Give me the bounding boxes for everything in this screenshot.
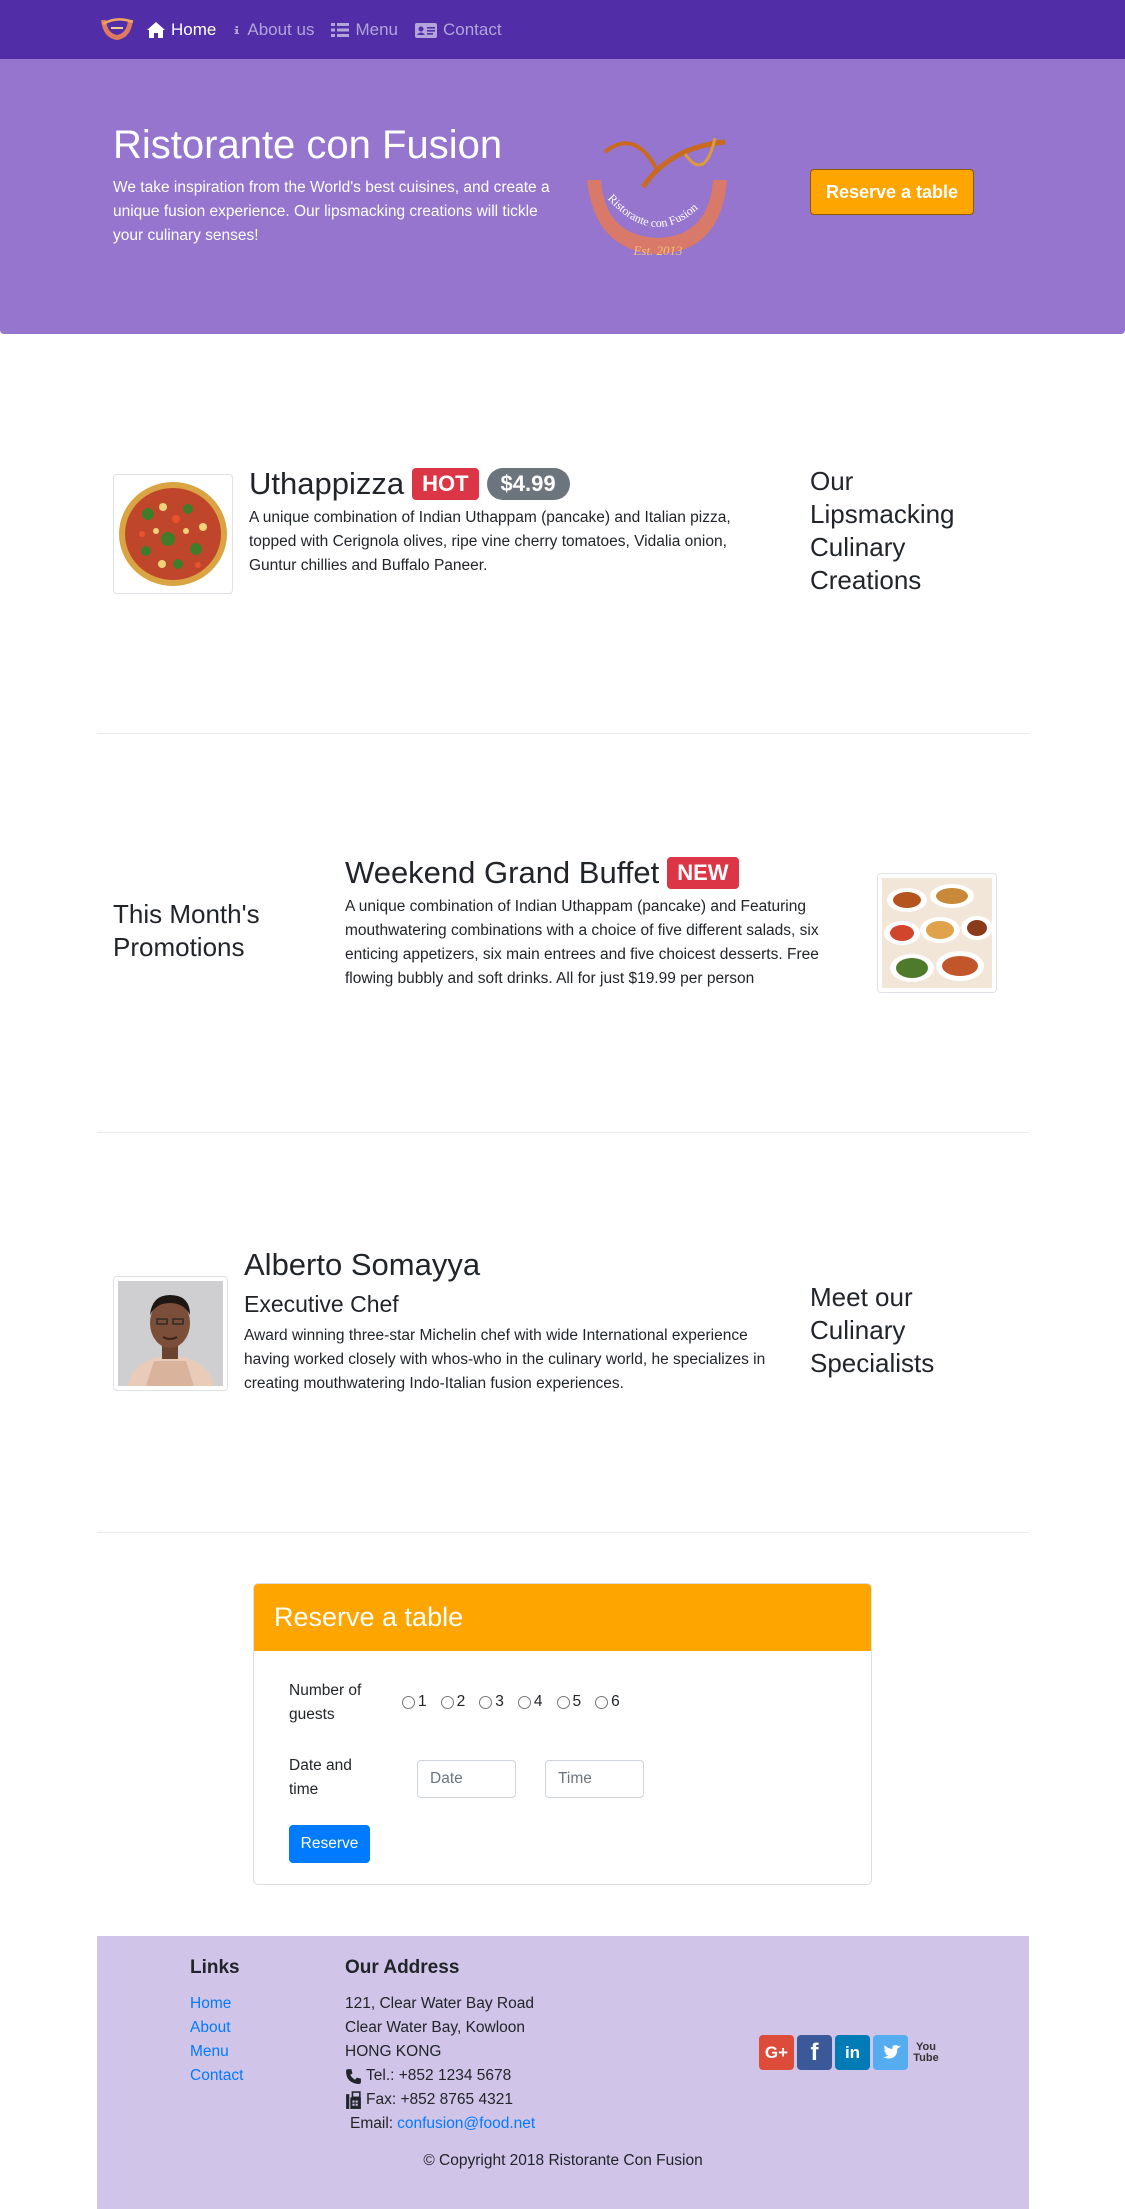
svg-text:Ristorante con Fusion: Ristorante con Fusion (605, 191, 700, 230)
twitter-icon[interactable] (873, 2035, 908, 2070)
date-input[interactable]: Date (417, 1760, 516, 1798)
fax-text: Fax: +852 8765 4321 (366, 2091, 513, 2108)
hot-badge: HOT (412, 468, 479, 500)
fax-icon (346, 2090, 361, 2109)
divider (97, 733, 1029, 734)
dish-description: A unique combination of Indian Uthappam … (249, 509, 731, 574)
phone-icon (346, 2068, 361, 2084)
guests-label: Number of guests (289, 1682, 362, 1723)
footer: Links Home About Menu Contact Our Addres… (97, 1936, 1029, 2209)
footer-link-contact[interactable]: Contact (190, 2064, 243, 2088)
restaurant-logo: Ristorante con Fusion Est. 2013 (587, 137, 727, 257)
leader-description: Award winning three-star Michelin chef w… (244, 1327, 766, 1392)
nav-menu[interactable]: Menu (330, 20, 398, 40)
navbar: Home About us Menu Contact (0, 0, 1125, 59)
guests-radio-group: 1 2 3 4 5 6 (402, 1693, 620, 1711)
reserve-card-title: Reserve a table (274, 1602, 464, 1632)
guest-option-5[interactable]: 5 (556, 1693, 581, 1711)
leader-designation: Executive Chef (244, 1291, 399, 1317)
time-input[interactable]: Time (545, 1760, 644, 1798)
reserve-table-button[interactable]: Reserve a table (810, 169, 974, 215)
datetime-label: Date and time (289, 1757, 352, 1798)
radio-icon (595, 1695, 609, 1709)
radio-icon (517, 1695, 531, 1709)
address-card-icon (415, 22, 437, 38)
phone-text: Tel.: +852 1234 5678 (366, 2067, 512, 2084)
logo-text: Ristorante con Fusion (605, 191, 700, 230)
nav-about[interactable]: About us (232, 20, 314, 40)
jumbotron: Ristorante con Fusion We take inspiratio… (0, 59, 1125, 334)
nav-home-label: Home (171, 19, 217, 39)
nav-menu-label: Menu (355, 19, 398, 39)
site-tagline: We take inspiration from the World's bes… (113, 179, 550, 244)
pizza-image (118, 479, 228, 589)
list-icon (331, 22, 350, 37)
promotion-section-heading: This Month's Promotions (113, 899, 260, 962)
linkedin-icon[interactable]: in (835, 2035, 870, 2070)
radio-icon (556, 1695, 570, 1709)
leader-image (113, 1276, 228, 1391)
promotion-image (877, 873, 997, 993)
promotion-description: A unique combination of Indian Uthappam … (345, 898, 819, 987)
twitter-bird-icon (882, 2044, 901, 2058)
address-line-3: HONG KONG (345, 2043, 442, 2060)
address-line-2: Clear Water Bay, Kowloon (345, 2019, 526, 2036)
divider (97, 1532, 1029, 1533)
nav-contact[interactable]: Contact (414, 20, 502, 40)
buffet-image (882, 878, 992, 988)
footer-address-title: Our Address (345, 1957, 460, 1978)
promotion-title: Weekend Grand Buffet NEW (345, 855, 845, 891)
guest-option-4[interactable]: 4 (517, 1693, 543, 1711)
reserve-submit-button[interactable]: Reserve (289, 1825, 370, 1863)
reserve-card: Reserve a table Number of guests 1 2 3 4… (253, 1583, 872, 1885)
new-badge: NEW (667, 857, 739, 889)
guest-option-1[interactable]: 1 (402, 1693, 427, 1711)
radio-icon (440, 1695, 454, 1709)
leader-body: Alberto Somayya Executive Chef Award win… (244, 1247, 789, 1396)
copyright: © Copyright 2018 Ristorante Con Fusion (423, 2152, 703, 2169)
dish-body: Uthappizza HOT $4.99 A unique combinatio… (249, 466, 759, 578)
footer-link-menu[interactable]: Menu (190, 2040, 243, 2064)
leader-name: Alberto Somayya (244, 1247, 481, 1282)
facebook-icon[interactable]: f (797, 2035, 832, 2070)
nav-about-label: About us (247, 19, 315, 39)
guest-option-3[interactable]: 3 (479, 1693, 504, 1711)
google-plus-icon[interactable]: G+ (759, 2035, 794, 2070)
promotion-name: Weekend Grand Buffet (345, 855, 660, 890)
info-icon (234, 25, 240, 34)
footer-links-title: Links (190, 1957, 240, 1978)
dish-title: Uthappizza HOT $4.99 (249, 466, 759, 502)
footer-address: 121, Clear Water Bay Road Clear Water Ba… (345, 1992, 535, 2136)
divider (97, 1132, 1029, 1133)
dish-image (113, 474, 233, 594)
footer-links: Home About Menu Contact (190, 1992, 243, 2088)
footer-link-home[interactable]: Home (190, 1992, 243, 2016)
chef-portrait (118, 1281, 223, 1386)
promotion-body: Weekend Grand Buffet NEW A unique combin… (345, 855, 845, 991)
guest-option-6[interactable]: 6 (595, 1693, 620, 1711)
address-line-1: 121, Clear Water Bay Road (345, 1995, 534, 2012)
guest-option-2[interactable]: 2 (440, 1693, 465, 1711)
leader-section-heading: Meet our Culinary Specialists (810, 1282, 935, 1378)
dish-name: Uthappizza (249, 466, 405, 501)
radio-icon (479, 1695, 493, 1709)
email-link[interactable]: confusion@food.net (397, 2112, 535, 2136)
logo-est: Est. 2013 (632, 243, 683, 257)
email-line: Email: confusion@food.net (345, 2112, 535, 2136)
youtube-icon[interactable]: You Tube (911, 2035, 941, 2070)
site-title: Ristorante con Fusion (113, 123, 503, 167)
nav-home[interactable]: Home (146, 20, 216, 40)
radio-icon (402, 1695, 415, 1709)
fax-line: Fax: +852 8765 4321 (345, 2088, 535, 2112)
price-badge: $4.99 (486, 468, 570, 500)
social-links: G+ f in You Tube (759, 2035, 941, 2070)
email-label: Email: (350, 2115, 394, 2132)
reserve-card-header: Reserve a table (254, 1584, 871, 1651)
phone-line: Tel.: +852 1234 5678 (345, 2064, 535, 2088)
dish-section-heading: Our Lipsmacking Culinary Creations (810, 466, 955, 595)
home-icon (147, 21, 165, 38)
nav-contact-label: Contact (443, 19, 502, 39)
brand-logo-icon[interactable] (97, 14, 137, 46)
footer-link-about[interactable]: About (190, 2016, 243, 2040)
